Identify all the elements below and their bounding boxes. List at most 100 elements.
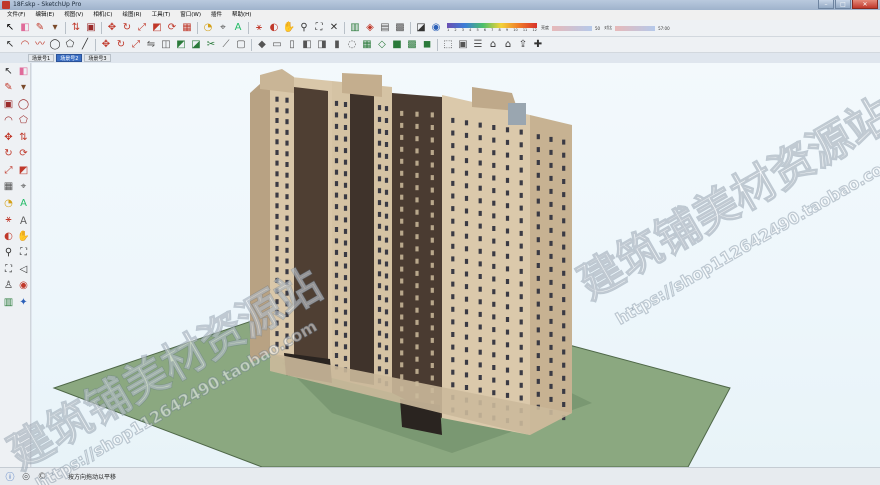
zoom-extents-icon[interactable]: ⛶	[312, 21, 326, 35]
dimension-icon[interactable]: ⌖	[216, 21, 230, 35]
group-icon[interactable]: ▣	[456, 38, 470, 52]
sun-icon[interactable]: ◉	[429, 21, 443, 35]
warehouse-icon[interactable]: ⌂	[501, 38, 515, 52]
close-button[interactable]: ✕	[852, 0, 878, 9]
menu-edit[interactable]: 编辑(E)	[30, 10, 59, 20]
back-view-icon[interactable]: ◨	[315, 38, 329, 52]
menu-file[interactable]: 文件(F)	[2, 10, 30, 20]
orbit-icon[interactable]: ◐	[1, 228, 16, 245]
follow-me-icon[interactable]: ⟳	[16, 146, 31, 163]
menu-view[interactable]: 视图(V)	[59, 10, 88, 20]
dimension-icon[interactable]: ⌖	[16, 179, 31, 196]
tape-icon[interactable]: ▦	[180, 21, 194, 35]
rectangle-icon[interactable]: ▣	[84, 21, 98, 35]
intersect-icon[interactable]: ◫	[159, 38, 173, 52]
iso-view-icon[interactable]: ◆	[255, 38, 269, 52]
circle-icon[interactable]: ◯	[48, 38, 62, 52]
rotate-icon[interactable]: ↻	[120, 21, 134, 35]
zoom-icon[interactable]: ⚲	[297, 21, 311, 35]
scale-icon[interactable]: ⤢	[1, 162, 16, 179]
component-icon[interactable]: ⬚	[441, 38, 455, 52]
info-icon[interactable]: ⓘ	[4, 471, 16, 483]
layer-icon[interactable]: ☰	[471, 38, 485, 52]
maximize-button[interactable]: □	[835, 0, 851, 9]
credits-icon[interactable]: ©	[36, 471, 48, 483]
geo-location-icon[interactable]: ◎	[20, 471, 32, 483]
line-icon[interactable]: ╱	[78, 38, 92, 52]
paint-bucket-icon[interactable]: ◈	[363, 21, 377, 35]
scale-icon[interactable]: ⤢	[135, 21, 149, 35]
minimize-button[interactable]: –	[818, 0, 834, 9]
rotate-icon[interactable]: ↻	[114, 38, 128, 52]
polygon-icon[interactable]: ⬠	[16, 113, 31, 130]
move-icon[interactable]: ✥	[99, 38, 113, 52]
arc-icon[interactable]: ◠	[1, 113, 16, 130]
text-icon[interactable]: A	[231, 21, 245, 35]
extension-icon[interactable]: ✚	[531, 38, 545, 52]
move-icon[interactable]: ✥	[105, 21, 119, 35]
fog-icon[interactable]: ▩	[393, 21, 407, 35]
outer-shell-icon[interactable]: ▢	[234, 38, 248, 52]
rotate-icon[interactable]: ↻	[1, 146, 16, 163]
shadow-toggle-icon[interactable]: ◪	[414, 21, 428, 35]
menu-draw[interactable]: 绘图(R)	[117, 10, 146, 20]
hidden-line-icon[interactable]: ◇	[375, 38, 389, 52]
section-icon[interactable]: ▥	[1, 294, 16, 311]
front-view-icon[interactable]: ▯	[285, 38, 299, 52]
xray-icon[interactable]: ◌	[345, 38, 359, 52]
arc-icon[interactable]: ◠	[18, 38, 32, 52]
zoom-icon[interactable]: ⚲	[1, 245, 16, 262]
brightness-slider[interactable]	[552, 25, 592, 31]
share-icon[interactable]: ⇪	[516, 38, 530, 52]
text-icon[interactable]: A	[16, 195, 31, 212]
tab-scene-3[interactable]: 场景号3	[84, 54, 111, 62]
eraser-icon[interactable]: ◧	[16, 63, 31, 80]
menu-camera[interactable]: 相机(C)	[88, 10, 117, 20]
axes-icon[interactable]: ⚹	[1, 212, 16, 229]
shadow-icon[interactable]: ▤	[378, 21, 392, 35]
split-icon[interactable]: ⟋	[219, 38, 233, 52]
follow-me-icon[interactable]: ⟳	[165, 21, 179, 35]
trim-icon[interactable]: ✂	[204, 38, 218, 52]
paint-icon[interactable]: ✎	[1, 80, 16, 97]
previous-icon[interactable]: ◁	[16, 261, 31, 278]
select-icon[interactable]: ↖	[1, 63, 16, 80]
textured-icon[interactable]: ▩	[405, 38, 419, 52]
contrast-slider[interactable]	[615, 25, 656, 31]
left-view-icon[interactable]: ▮	[330, 38, 344, 52]
pan-icon[interactable]: ✋	[282, 21, 296, 35]
house-icon[interactable]: ⌂	[486, 38, 500, 52]
paint-icon[interactable]: ▾	[48, 21, 62, 35]
flip-icon[interactable]: ⇋	[144, 38, 158, 52]
zoom-extents-icon[interactable]: ⛶	[1, 261, 16, 278]
tab-scene-2[interactable]: 场景号2	[56, 54, 83, 62]
pan-icon[interactable]: ✋	[16, 228, 31, 245]
3d-viewport[interactable]	[32, 63, 880, 467]
walk-icon[interactable]: ♙	[1, 278, 16, 295]
push-pull-icon[interactable]: ⇅	[69, 21, 83, 35]
pencil-icon[interactable]: ▾	[16, 80, 31, 97]
menu-plugins[interactable]: 插件	[206, 10, 227, 20]
union-icon[interactable]: ◩	[174, 38, 188, 52]
menu-tools[interactable]: 工具(T)	[147, 10, 176, 20]
axes-icon[interactable]: ⚹	[252, 21, 266, 35]
monochrome-icon[interactable]: ◼	[420, 38, 434, 52]
orbit-icon[interactable]: ◐	[267, 21, 281, 35]
offset-icon[interactable]: ◩	[150, 21, 164, 35]
top-view-icon[interactable]: ▭	[270, 38, 284, 52]
right-view-icon[interactable]: ◧	[300, 38, 314, 52]
offset-icon[interactable]: ◩	[16, 162, 31, 179]
select-icon[interactable]: ↖	[3, 38, 17, 52]
polygon-icon[interactable]: ⬠	[63, 38, 77, 52]
menu-window[interactable]: 窗口(W)	[175, 10, 206, 20]
eraser-icon[interactable]: ◧	[18, 21, 32, 35]
tape-icon[interactable]: ▦	[1, 179, 16, 196]
protractor-icon[interactable]: ◔	[201, 21, 215, 35]
push-pull-icon[interactable]: ⇅	[16, 129, 31, 146]
circle-icon[interactable]: ◯	[16, 96, 31, 113]
move-icon[interactable]: ✥	[1, 129, 16, 146]
position-camera-icon[interactable]: ✦	[16, 294, 31, 311]
section-plane-icon[interactable]: ▥	[348, 21, 362, 35]
subtract-icon[interactable]: ◪	[189, 38, 203, 52]
zoom-window-icon[interactable]: ⛶	[16, 245, 31, 262]
